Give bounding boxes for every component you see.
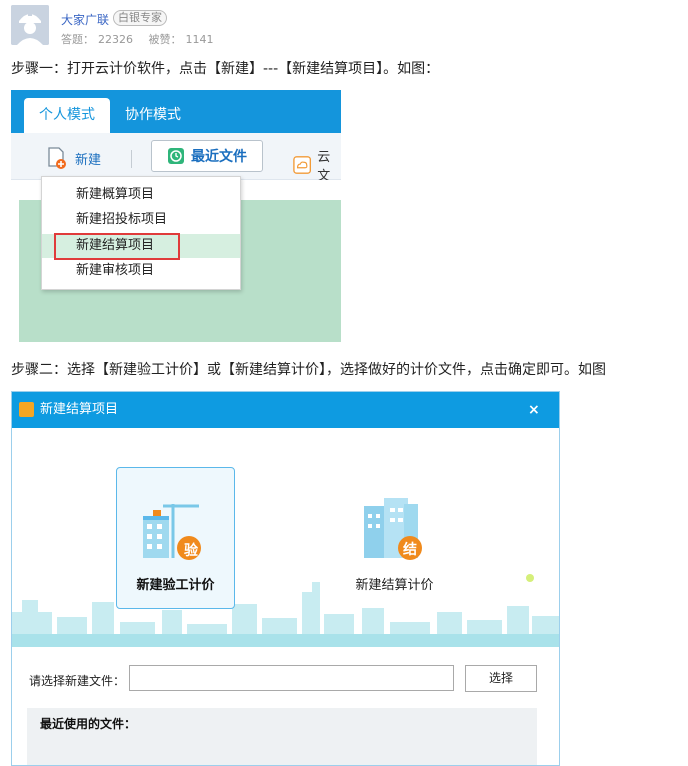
step-one-text: 步骤一：打开云计价软件，点击【新建】---【新建结算项目】。如图： (11, 61, 440, 77)
option-progress-valuation-label: 新建验工计价 (136, 578, 215, 593)
select-file-button[interactable]: 选择 (465, 665, 537, 692)
expert-badge: 白银专家 (113, 10, 167, 26)
option-progress-valuation[interactable]: 验 新建验工计价 (116, 467, 235, 609)
settlement-building-icon (364, 498, 422, 560)
new-button[interactable]: 新建 (45, 146, 101, 170)
progress-badge: 验 (184, 543, 198, 559)
dialog-title: 新建结算项目 (40, 402, 119, 417)
highlight-box (54, 233, 180, 260)
file-select-label: 请选择新建文件： (29, 674, 126, 688)
app-icon (19, 402, 34, 417)
recent-files-button[interactable]: 最近文件 (151, 140, 263, 172)
menu-item-bidding[interactable]: 新建招投标项目 (42, 208, 240, 232)
new-settlement-dialog: 新建结算项目 × 验 新建验工计价 结 新建结算计价 请选择新建文件： 选择 最… (11, 391, 560, 766)
answers-count: 22326 (98, 33, 133, 46)
new-button-label: 新建 (75, 152, 102, 168)
step-two-text: 步骤二：选择【新建验工计价】或【新建结算计价】，选择做好的计价文件，点击确定即可… (11, 362, 606, 378)
recent-files-title: 最近使用的文件： (40, 717, 137, 731)
software-screenshot-menu: 个人模式 协作模式 新建 最近文件 云文 新建概算项目 新建招投标项目 新建结算… (11, 90, 341, 342)
likes-count: 1141 (185, 33, 214, 46)
user-avatar[interactable] (11, 5, 49, 45)
toolbar-divider (131, 150, 132, 168)
clock-icon (168, 148, 184, 164)
file-path-input[interactable] (129, 665, 454, 691)
cloud-label: 云文 (317, 150, 331, 184)
username-link[interactable]: 大家广联 (61, 11, 109, 28)
option-settlement-valuation-label[interactable]: 新建结算计价 (342, 574, 447, 593)
cloud-icon (293, 156, 312, 174)
city-skyline-illustration (12, 574, 559, 647)
recent-files-label: 最近文件 (191, 149, 247, 165)
cloud-button[interactable]: 云文 (293, 146, 341, 184)
option-settlement-valuation[interactable]: 结 (354, 492, 434, 570)
menu-item-audit[interactable]: 新建审核项目 (42, 259, 240, 283)
dialog-titlebar: 新建结算项目 (12, 392, 559, 428)
menu-item-estimate[interactable]: 新建概算项目 (42, 183, 240, 207)
settlement-badge: 结 (403, 542, 417, 558)
user-stats: 答题： 22326 被赞： 1141 (61, 31, 218, 47)
tab-collab-mode[interactable]: 协作模式 (125, 98, 181, 133)
answers-label: 答题： (61, 33, 94, 46)
close-icon[interactable]: × (528, 392, 540, 428)
new-dropdown-menu: 新建概算项目 新建招投标项目 新建结算项目 新建审核项目 (41, 176, 241, 290)
new-file-icon (48, 147, 66, 169)
likes-label: 被赞： (148, 33, 182, 46)
tab-personal-mode[interactable]: 个人模式 (24, 98, 110, 133)
